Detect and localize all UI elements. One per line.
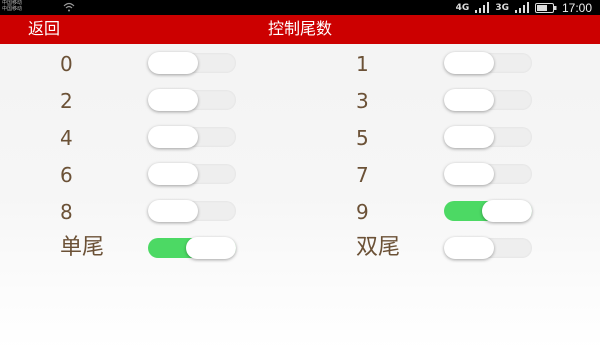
digit-label-9: 9 [356,200,369,224]
toggle-knob [444,237,494,259]
toggle-knob [444,52,494,74]
toggle-knob [482,200,532,222]
digit-toggle-9[interactable] [444,200,532,222]
toggle-knob [444,126,494,148]
clock: 17:00 [561,0,592,15]
digit-toggle-6[interactable] [148,163,236,185]
carrier-info: 中国移动 中国移动 [2,0,22,12]
nav-bar: 返回 控制尾数 [0,15,600,44]
digit-toggle-0[interactable] [148,52,236,74]
digit-label-0: 0 [60,52,73,76]
digit-toggle-5[interactable] [444,126,532,148]
digit-toggle-8[interactable] [148,200,236,222]
toggle-knob [148,89,198,111]
digit-toggle-4[interactable] [148,126,236,148]
wifi-icon [63,2,75,12]
toggle-knob [186,237,236,259]
digit-label-7: 7 [356,163,369,187]
network-type-label: 3G [495,2,509,13]
even-tail-toggle[interactable] [444,237,532,259]
digit-label-3: 3 [356,89,369,113]
digit-toggle-1[interactable] [444,52,532,74]
network-type-label: 4G [455,2,470,13]
status-bar: 中国移动 中国移动 4G 3G 17:00 [0,0,600,15]
digit-label-6: 6 [60,163,73,187]
signal-icon [514,2,529,13]
toggle-knob [444,163,494,185]
digit-label-2: 2 [60,89,73,113]
signal-icon [475,2,490,13]
toggle-knob [148,163,198,185]
toggle-knob [148,126,198,148]
digit-toggle-2[interactable] [148,89,236,111]
digit-label-8: 8 [60,200,73,224]
even-tail-label: 双尾 [356,235,401,260]
odd-tail-label: 单尾 [60,235,105,260]
digit-label-1: 1 [356,52,369,76]
carrier-name: 中国移动 [2,6,23,12]
digit-toggle-3[interactable] [444,89,532,111]
digit-toggle-7[interactable] [444,163,532,185]
battery-icon [534,2,557,13]
page-title: 控制尾数 [267,19,332,38]
toggle-knob [148,200,198,222]
digit-label-4: 4 [60,126,73,150]
toggle-knob [148,52,198,74]
odd-tail-toggle[interactable] [148,237,236,259]
digit-label-5: 5 [356,126,369,150]
toggle-knob [444,89,494,111]
